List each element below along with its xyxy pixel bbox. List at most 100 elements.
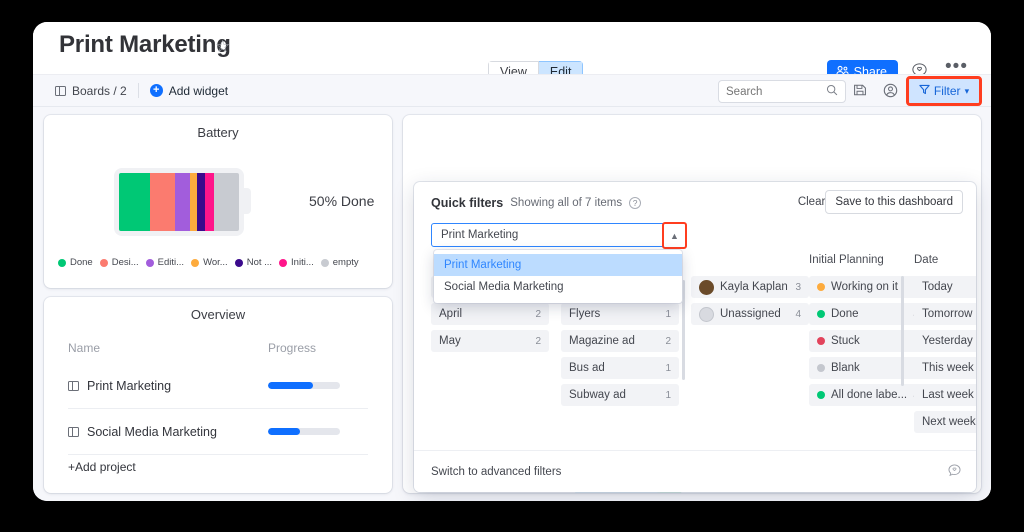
- filter-chip-label: Last week: [922, 389, 974, 401]
- legend-label: Desi...: [111, 257, 139, 268]
- filter-chip-label: Flyers: [569, 308, 601, 320]
- filter-button-highlight: Filter ▾: [906, 76, 982, 106]
- filter-chip-label: Working on it: [831, 281, 898, 293]
- legend-color-dot: [234, 258, 243, 267]
- dropdown-option[interactable]: Print Marketing: [434, 254, 682, 276]
- item-column-scrollbar[interactable]: [682, 280, 685, 380]
- save-to-dashboard-button[interactable]: Save to this dashboard: [825, 190, 963, 214]
- filter-chip[interactable]: Subway ad 1: [561, 384, 679, 406]
- floppy-disk-icon[interactable]: [853, 83, 867, 100]
- filter-chip[interactable]: Last week: [914, 384, 976, 406]
- filter-chip[interactable]: Kayla Kaplan 3: [691, 276, 809, 298]
- app-window: Print Marketing ☆ View Edit Share ••• Bo…: [33, 22, 991, 501]
- legend-color-dot: [99, 258, 108, 267]
- filter-chip-label: Today: [922, 281, 953, 293]
- chat-bubble-icon[interactable]: [947, 463, 962, 481]
- filter-chip[interactable]: Stuck: [809, 330, 927, 352]
- status-column-scrollbar[interactable]: [901, 276, 904, 386]
- chevron-up-icon[interactable]: ▲: [662, 222, 687, 249]
- legend-color-dot: [58, 258, 66, 267]
- dropdown-option[interactable]: Social Media Marketing: [434, 276, 682, 298]
- add-project-button[interactable]: +Add project: [68, 460, 136, 474]
- filter-column-header: Initial Planning: [809, 254, 884, 266]
- filter-chip[interactable]: Tomorrow: [914, 303, 976, 325]
- battery-legend-item: Done: [58, 257, 93, 268]
- overview-col-name: Name: [68, 341, 101, 355]
- quick-filters-header: Quick filters Showing all of 7 items ?: [431, 196, 642, 210]
- overview-header-row: Name Progress: [68, 341, 368, 355]
- progress-fill: [268, 428, 300, 435]
- filter-chip[interactable]: May 2: [431, 330, 549, 352]
- battery-legend-item: Not ...: [234, 257, 272, 268]
- battery-legend-item: Editi...: [145, 257, 185, 268]
- boards-label: Boards / 2: [72, 83, 127, 98]
- filter-chip-label: April: [439, 308, 463, 320]
- overview-row-name: Social Media Marketing: [87, 424, 217, 439]
- board-icon: [68, 380, 79, 391]
- board-select[interactable]: Print Marketing ▲: [431, 222, 687, 249]
- battery-segment: [197, 173, 206, 231]
- board-select-value: Print Marketing: [441, 229, 519, 241]
- filter-column-status: Initial Planning Working on it1 Done4 Stuck…: [809, 254, 927, 411]
- filter-chip-count: 2: [535, 308, 541, 320]
- filter-chip[interactable]: Blank2: [809, 357, 927, 379]
- legend-color-dot: [191, 258, 200, 267]
- filter-chip[interactable]: This week: [914, 357, 976, 379]
- battery-segment: [119, 173, 151, 231]
- battery-legend: Done Desi... Editi... Wor... Not ... Initi...…: [58, 257, 359, 268]
- boards-breadcrumb[interactable]: Boards / 2: [55, 84, 127, 98]
- table-row[interactable]: Social Media Marketing: [68, 409, 368, 455]
- question-mark-icon[interactable]: ?: [629, 197, 642, 209]
- device-frame: Print Marketing ☆ View Edit Share ••• Bo…: [0, 0, 1024, 532]
- filter-chip-label: Unassigned: [720, 308, 781, 320]
- search-box[interactable]: [718, 80, 846, 103]
- progress-bar: [268, 382, 340, 389]
- star-outline-icon[interactable]: ☆: [215, 37, 230, 57]
- filter-chip-count: 2: [665, 335, 671, 347]
- filter-chip[interactable]: Yesterday: [914, 330, 976, 352]
- battery-legend-item: empty: [320, 257, 359, 268]
- titlebar: Print Marketing ☆ View Edit Share •••: [33, 22, 991, 85]
- filter-column-date: Date Today Tomorrow Yesterday This week Last …: [914, 254, 976, 438]
- filter-chip[interactable]: April 2: [431, 303, 549, 325]
- search-input[interactable]: [726, 85, 826, 98]
- filter-chip[interactable]: Unassigned 4: [691, 303, 809, 325]
- legend-label: Done: [70, 257, 93, 268]
- legend-color-dot: [145, 258, 154, 267]
- filter-chip[interactable]: Bus ad 1: [561, 357, 679, 379]
- legend-color-dot: [279, 258, 288, 267]
- add-widget-button[interactable]: + Add widget: [149, 83, 229, 98]
- board-icon: [55, 85, 66, 96]
- filter-chip-label: All done labe...: [831, 389, 908, 401]
- legend-label: Editi...: [157, 257, 185, 268]
- add-widget-label: Add widget: [168, 83, 229, 98]
- filter-chip-count: 1: [665, 362, 671, 374]
- filter-label: Filter: [933, 84, 961, 98]
- filter-chip[interactable]: Today: [914, 276, 976, 298]
- person-circle-icon[interactable]: [883, 83, 898, 101]
- battery-segment: [213, 173, 239, 231]
- filter-chip[interactable]: Working on it1: [809, 276, 927, 298]
- filter-chip[interactable]: Magazine ad 2: [561, 330, 679, 352]
- filter-chip[interactable]: All done labe...4: [809, 384, 927, 406]
- battery-segment: [205, 173, 214, 231]
- legend-label: Initi...: [291, 257, 314, 268]
- filter-chip-label: Next week: [922, 416, 976, 428]
- battery-legend-item: Desi...: [99, 257, 139, 268]
- filter-chip[interactable]: Done4: [809, 303, 927, 325]
- table-row[interactable]: Print Marketing: [68, 363, 368, 409]
- battery-segment: [189, 173, 198, 231]
- battery-segment: [175, 173, 190, 231]
- advanced-filters-link[interactable]: Switch to advanced filters: [431, 466, 561, 478]
- overview-widget-title: Overview: [190, 307, 246, 322]
- filter-chip-label: Stuck: [831, 335, 860, 347]
- filter-chip[interactable]: Next week: [914, 411, 976, 433]
- filter-chip-count: 2: [535, 335, 541, 347]
- filter-chip[interactable]: Flyers 1: [561, 303, 679, 325]
- filter-button[interactable]: Filter ▾: [909, 79, 979, 103]
- battery-legend-item: Wor...: [191, 257, 228, 268]
- progress-bar: [268, 428, 340, 435]
- legend-color-dot: [320, 258, 329, 267]
- quick-filters-subtitle: Showing all of 7 items: [510, 197, 623, 209]
- legend-label: empty: [332, 257, 359, 268]
